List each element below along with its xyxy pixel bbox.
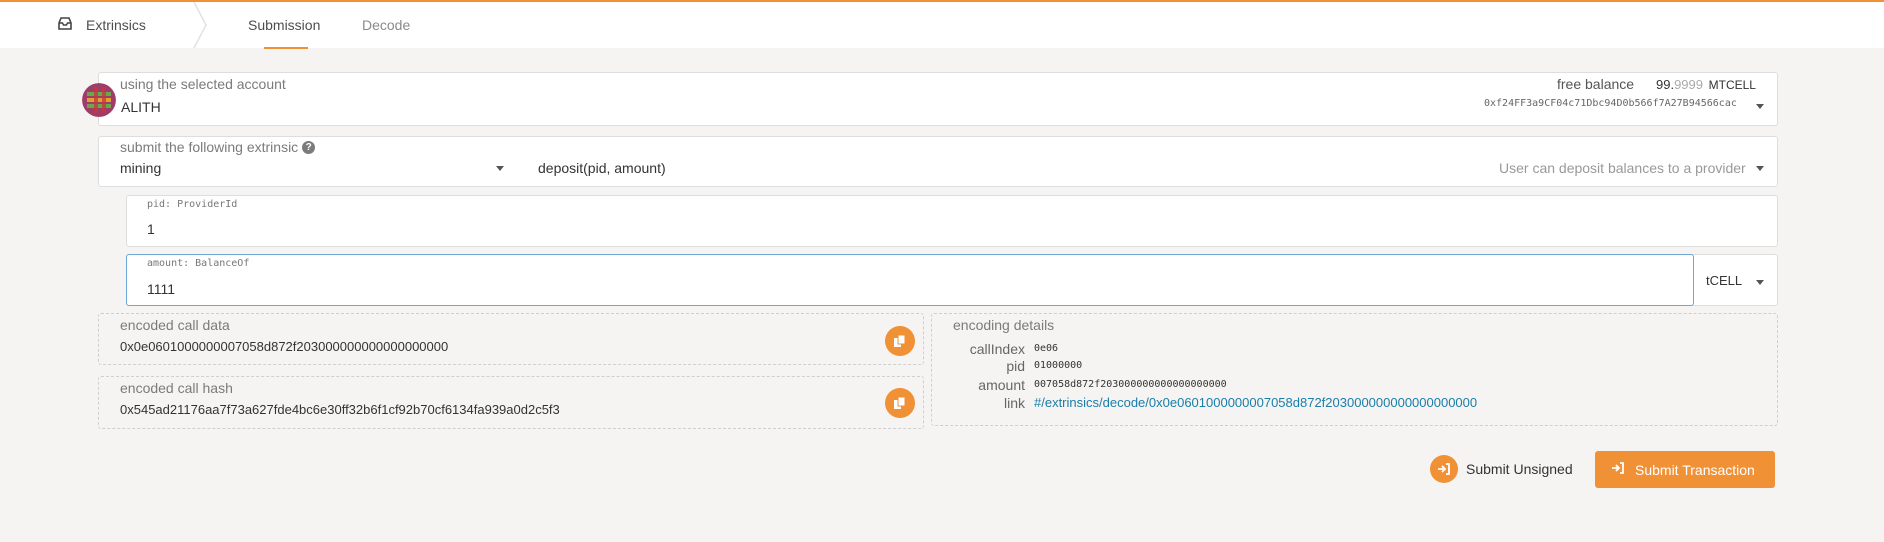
extrinsic-label: submit the following extrinsic ? (120, 139, 316, 155)
breadcrumb-chevron (193, 2, 207, 48)
copy-call-data-button[interactable] (885, 326, 915, 356)
submit-transaction-label: Submit Transaction (1635, 461, 1755, 478)
detail-key-callindex: callIndex (969, 341, 1025, 357)
copy-icon (894, 396, 906, 409)
brand-label: Extrinsics (86, 17, 146, 33)
decode-link[interactable]: #/extrinsics/decode/0x0e0601000000007058… (1034, 395, 1477, 410)
sign-in-icon (1611, 461, 1625, 478)
encoded-call-hash-label: encoded call hash (120, 380, 233, 396)
free-balance-label: free balance (1557, 76, 1635, 92)
brand[interactable]: Extrinsics (58, 2, 146, 48)
encoded-call-hash-value: 0x545ad21176aa7f73a627fde4bc6e30ff32b6f1… (120, 402, 560, 417)
chevron-down-icon[interactable] (496, 166, 504, 171)
inbox-icon (58, 17, 72, 33)
submit-transaction-button[interactable]: Submit Transaction (1595, 451, 1775, 488)
pid-field[interactable] (126, 195, 1778, 247)
chevron-down-icon[interactable] (1756, 280, 1764, 285)
account-avatar (82, 83, 116, 117)
chevron-down-icon[interactable] (1756, 166, 1764, 171)
amount-label: amount: BalanceOf (147, 258, 250, 269)
tab-submission[interactable]: Submission (248, 2, 320, 48)
submit-unsigned-label: Submit Unsigned (1466, 461, 1573, 477)
detail-key-pid: pid (1006, 358, 1025, 374)
encoded-call-data-value: 0x0e0601000000007058d872f203000000000000… (120, 339, 449, 354)
active-tab-indicator (264, 47, 308, 49)
copy-icon (894, 334, 906, 347)
sign-in-icon (1430, 455, 1458, 483)
top-nav-bar: Extrinsics Submission Decode (0, 0, 1884, 49)
detail-key-link: link (1003, 395, 1025, 411)
pid-label: pid: ProviderId (147, 199, 238, 210)
pallet-dropdown[interactable]: mining (120, 160, 161, 176)
help-icon[interactable]: ? (302, 140, 316, 154)
detail-value-pid: 01000000 (1034, 360, 1083, 371)
pid-input[interactable]: 1 (147, 221, 155, 237)
encoded-call-data-label: encoded call data (120, 317, 230, 333)
detail-value-callindex: 0e06 (1034, 343, 1059, 354)
amount-unit-dropdown[interactable]: tCELL (1706, 273, 1742, 288)
detail-value-amount: 007058d872f203000000000000000000 (1034, 379, 1227, 390)
free-balance-value: 99.9999 MTCELL (1656, 77, 1756, 92)
copy-call-hash-button[interactable] (885, 388, 915, 418)
detail-key-amount: amount (978, 377, 1025, 393)
amount-input[interactable]: 1111 (147, 281, 175, 297)
account-label: using the selected account (120, 76, 286, 92)
account-name: ALITH (121, 99, 161, 115)
account-address: 0xf24FF3a9CF04c71Dbc94D0b566f7A27B94566c… (1484, 98, 1737, 109)
tab-decode[interactable]: Decode (362, 2, 410, 48)
call-dropdown[interactable]: deposit(pid, amount) (538, 160, 666, 176)
call-description: User can deposit balances to a provider (1499, 160, 1746, 176)
amount-field[interactable] (126, 254, 1694, 306)
submit-unsigned-button[interactable]: Submit Unsigned (1430, 454, 1573, 484)
encoding-details-title: encoding details (953, 317, 1055, 333)
chevron-down-icon[interactable] (1756, 104, 1764, 109)
